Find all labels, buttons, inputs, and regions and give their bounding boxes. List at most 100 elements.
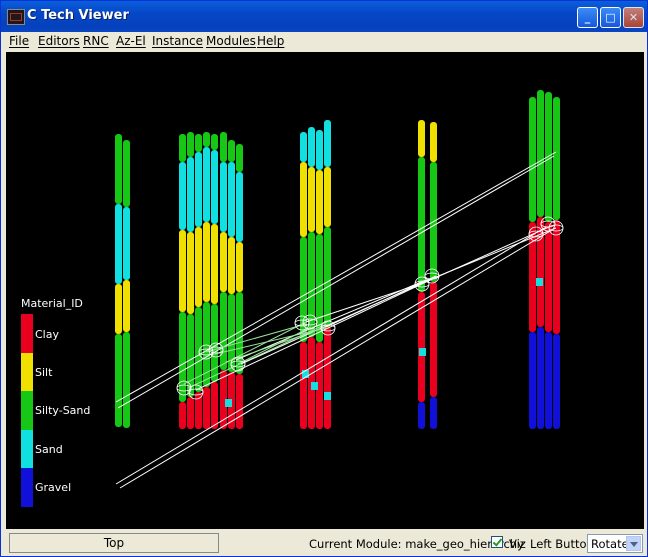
borehole-segment bbox=[553, 220, 560, 334]
borehole-segment bbox=[324, 167, 331, 227]
menu-editors[interactable]: Editors bbox=[38, 34, 80, 48]
borehole-segment bbox=[195, 392, 202, 429]
borehole-segment bbox=[228, 162, 235, 237]
3d-viewport[interactable]: Material_ID Clay Silt Silty-Sand Sand Gr… bbox=[6, 52, 644, 529]
borehole-segment bbox=[236, 172, 243, 242]
borehole-segment bbox=[545, 332, 552, 429]
borehole-segment bbox=[236, 374, 243, 429]
sand-pocket bbox=[419, 348, 426, 356]
legend-color-bar bbox=[21, 314, 33, 507]
menu-bar: File Editors RNC Az-El Instance Modules … bbox=[1, 32, 647, 51]
borehole-segment bbox=[418, 402, 425, 429]
borehole-segment bbox=[545, 92, 552, 222]
borehole-segment bbox=[123, 140, 130, 207]
sand-pocket bbox=[324, 392, 331, 400]
borehole-segment bbox=[179, 230, 186, 312]
borehole-segment bbox=[195, 152, 202, 227]
close-button[interactable]: ✕ bbox=[623, 7, 644, 28]
sand-pocket bbox=[311, 382, 318, 390]
borehole-segment bbox=[123, 332, 130, 428]
legend-label-clay: Clay bbox=[35, 328, 59, 341]
title-bar[interactable]: C Tech Viewer _ □ ✕ bbox=[1, 1, 647, 32]
legend-label-sand: Sand bbox=[35, 443, 63, 456]
borehole-segment bbox=[300, 342, 307, 429]
legend-swatch-silt bbox=[21, 353, 33, 391]
borehole-segment bbox=[115, 284, 122, 334]
borehole-segment bbox=[316, 170, 323, 234]
borehole-segment bbox=[179, 402, 186, 429]
borehole-segment bbox=[236, 144, 243, 172]
borehole-segment bbox=[195, 134, 202, 152]
menu-instance[interactable]: Instance bbox=[152, 34, 203, 48]
borehole-segment bbox=[115, 204, 122, 284]
borehole-segment bbox=[203, 222, 210, 302]
borehole-segment bbox=[179, 134, 186, 162]
menu-file[interactable]: File bbox=[9, 34, 29, 48]
menu-modules[interactable]: Modules bbox=[206, 34, 256, 48]
borehole-segment bbox=[430, 397, 437, 429]
borehole-segment bbox=[418, 120, 425, 157]
top-view-button[interactable]: Top bbox=[9, 533, 219, 553]
legend-swatch-gravel bbox=[21, 468, 33, 507]
chevron-down-icon[interactable] bbox=[626, 536, 641, 551]
minimize-button[interactable]: _ bbox=[577, 7, 598, 28]
left-button-mode-value: Rotate bbox=[591, 537, 629, 551]
left-button-label: Left Button bbox=[530, 537, 594, 551]
borehole-segment bbox=[324, 120, 331, 167]
borehole-segment bbox=[220, 132, 227, 162]
borehole-segment bbox=[430, 122, 437, 162]
left-button-mode-select[interactable]: Rotate bbox=[587, 534, 643, 553]
borehole-segment bbox=[123, 207, 130, 280]
borehole-segment bbox=[228, 140, 235, 162]
borehole-segment bbox=[203, 387, 210, 429]
borehole-segment bbox=[236, 242, 243, 292]
borehole-segment bbox=[308, 167, 315, 232]
borehole-segment bbox=[553, 334, 560, 429]
borehole-segment bbox=[545, 222, 552, 332]
borehole-segment bbox=[220, 232, 227, 292]
borehole-segment bbox=[211, 224, 218, 304]
window-title: C Tech Viewer bbox=[27, 8, 129, 23]
borehole-segment bbox=[300, 132, 307, 162]
borehole-segment bbox=[187, 232, 194, 314]
menu-help[interactable]: Help bbox=[257, 34, 284, 48]
borehole-segment bbox=[529, 97, 536, 222]
borehole-segment bbox=[203, 147, 210, 222]
viz-label: Viz bbox=[509, 537, 526, 551]
legend-swatch-sand bbox=[21, 430, 33, 468]
borehole-segment bbox=[187, 397, 194, 429]
viz-checkbox[interactable] bbox=[491, 536, 503, 548]
legend-label-silt: Silt bbox=[35, 366, 53, 379]
borehole-segment bbox=[324, 327, 331, 429]
borehole-segment bbox=[418, 157, 425, 292]
borehole-segment bbox=[187, 157, 194, 232]
borehole-segment bbox=[529, 332, 536, 429]
menu-rnc[interactable]: RNC bbox=[83, 34, 109, 48]
app-window: C Tech Viewer _ □ ✕ File Editors RNC Az-… bbox=[0, 0, 648, 557]
borehole-segment bbox=[187, 132, 194, 157]
legend-label-gravel: Gravel bbox=[35, 481, 72, 494]
sand-pocket bbox=[536, 278, 543, 286]
legend-swatch-silty-sand bbox=[21, 391, 33, 430]
borehole-segment bbox=[220, 292, 227, 370]
borehole-segment bbox=[537, 327, 544, 429]
borehole-segment bbox=[179, 312, 186, 402]
borehole-segment bbox=[115, 134, 122, 204]
borehole-segment bbox=[537, 90, 544, 217]
borehole-segment bbox=[324, 227, 331, 327]
legend-swatch-clay bbox=[21, 314, 33, 353]
maximize-button[interactable]: □ bbox=[600, 7, 621, 28]
menu-az-el[interactable]: Az-El bbox=[116, 34, 146, 48]
boreholes-scene bbox=[115, 90, 564, 489]
borehole-segment bbox=[115, 334, 122, 427]
borehole-segment bbox=[211, 382, 218, 429]
borehole-segment bbox=[308, 127, 315, 167]
borehole-segment bbox=[228, 237, 235, 294]
borehole-segment bbox=[553, 97, 560, 220]
sand-pocket bbox=[225, 399, 232, 407]
status-bar: Top Current Module: make_geo_hierarchy V… bbox=[1, 531, 647, 556]
legend-title: Material_ID bbox=[21, 297, 83, 310]
borehole-segment bbox=[179, 162, 186, 230]
legend-label-silty-sand: Silty-Sand bbox=[35, 404, 91, 417]
borehole-segment bbox=[211, 134, 218, 150]
